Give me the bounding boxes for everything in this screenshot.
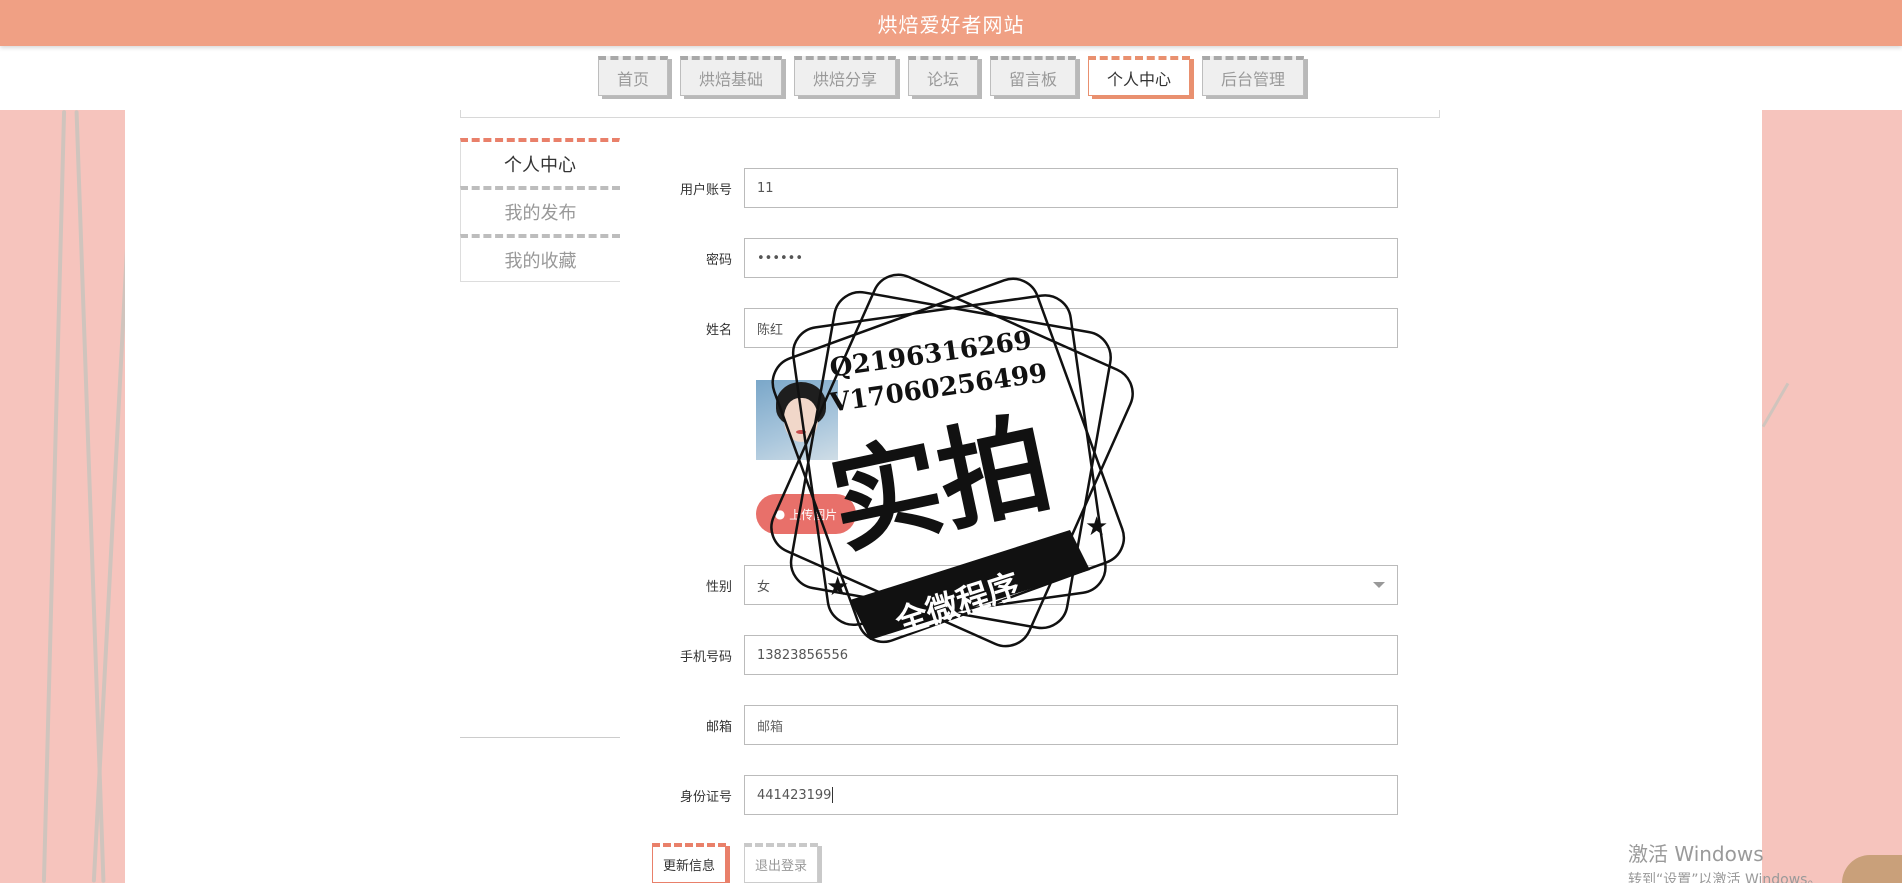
upload-image-label: 上传图片 [789, 507, 838, 522]
idcard-label: 身份证号 [679, 789, 732, 805]
update-info-button[interactable]: 更新信息 [652, 843, 727, 883]
idcard-row: 身份证号 441423199 [660, 775, 1410, 815]
sidebar-item-my-favorites[interactable]: 我的收藏 [460, 234, 620, 282]
password-row: 密码 •••••• [660, 238, 1410, 278]
upload-icon: ● [774, 507, 786, 521]
right-curtain-decoration [1762, 110, 1902, 883]
nav-tab-message-board[interactable]: 留言板 [990, 56, 1077, 96]
idcard-value: 441423199 [757, 787, 832, 803]
password-label: 密码 [705, 252, 732, 268]
chevron-down-icon [1373, 582, 1385, 588]
password-input[interactable]: •••••• [744, 238, 1398, 278]
name-row: 姓名 陈红 [660, 308, 1410, 348]
email-row: 邮箱 邮箱 [660, 705, 1410, 745]
account-row: 用户账号 11 [660, 168, 1410, 208]
nav-tab-baking-share[interactable]: 烘焙分享 [793, 56, 896, 96]
phone-input[interactable]: 13823856556 [744, 635, 1398, 675]
sidebar-divider [460, 737, 620, 738]
name-input[interactable]: 陈红 [744, 308, 1398, 348]
avatar [756, 380, 838, 460]
watermark-line2: V17060256499 [827, 358, 1049, 418]
sidebar-item-my-posts[interactable]: 我的发布 [460, 186, 620, 234]
site-title: 烘焙爱好者网站 [877, 12, 1025, 37]
star-icon: ★ [1085, 512, 1108, 542]
upload-image-button[interactable]: ● 上传图片 [756, 494, 856, 534]
sidebar: 个人中心 我的发布 我的收藏 [460, 138, 620, 282]
activate-line1: 激活 Windows [1628, 842, 1764, 866]
email-input[interactable]: 邮箱 [744, 705, 1398, 745]
activate-line2: 转到“设置”以激活 Windows。 [1628, 872, 1822, 883]
form-actions: 更新信息 退出登录 [652, 843, 819, 883]
logout-button[interactable]: 退出登录 [744, 843, 819, 883]
gender-label: 性别 [705, 579, 732, 595]
watermark-main: 实拍 [820, 399, 1062, 570]
nav-tab-admin[interactable]: 后台管理 [1202, 56, 1305, 96]
windows-activation-notice: 激活 Windows 转到“设置”以激活 Windows。 [1628, 838, 1821, 883]
nav-tab-forum[interactable]: 论坛 [907, 56, 978, 96]
left-curtain-decoration [0, 110, 135, 883]
account-label: 用户账号 [679, 182, 732, 198]
phone-row: 手机号码 13823856556 [660, 635, 1410, 675]
site-header: 烘焙爱好者网站 [0, 0, 1902, 46]
gender-row: 性别 女 [660, 565, 1410, 605]
content-frame [460, 110, 1440, 118]
email-label: 邮箱 [705, 719, 732, 735]
gender-value: 女 [757, 579, 771, 595]
main-nav: 首页 烘焙基础 烘焙分享 论坛 留言板 个人中心 后台管理 [0, 46, 1902, 110]
nav-tab-home[interactable]: 首页 [597, 56, 668, 96]
idcard-input[interactable]: 441423199 [744, 775, 1398, 815]
phone-label: 手机号码 [679, 649, 732, 665]
account-input[interactable]: 11 [744, 168, 1398, 208]
sidebar-item-personal-center[interactable]: 个人中心 [460, 138, 620, 186]
nav-tab-baking-basics[interactable]: 烘焙基础 [679, 56, 782, 96]
name-label: 姓名 [705, 322, 732, 338]
nav-tab-personal-center[interactable]: 个人中心 [1088, 56, 1191, 96]
gender-select[interactable]: 女 [744, 565, 1398, 605]
